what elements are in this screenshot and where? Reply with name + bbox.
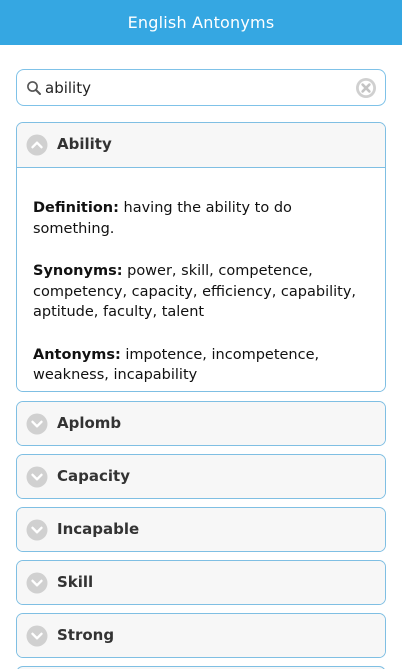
definition-label: Definition:	[33, 200, 119, 216]
chevron-down-icon	[26, 466, 48, 488]
definition-text: Definition: having the ability to do som…	[33, 198, 369, 239]
accordion-item-incapable[interactable]: Incapable	[16, 507, 386, 552]
app-header: English Antonyms	[0, 0, 402, 45]
accordion-header[interactable]: Incapable	[17, 508, 385, 551]
accordion-item-aplomb[interactable]: Aplomb	[16, 401, 386, 446]
synonyms-text: Synonyms: power, skill, competence, comp…	[33, 261, 369, 323]
accordion-label: Incapable	[57, 520, 140, 538]
accordion-item-skill[interactable]: Skill	[16, 560, 386, 605]
accordion-header[interactable]: Aplomb	[17, 402, 385, 445]
search-box[interactable]	[16, 69, 386, 106]
synonyms-label: Synonyms:	[33, 263, 123, 279]
accordion-label: Ability	[57, 135, 112, 153]
chevron-down-icon	[26, 572, 48, 594]
accordion-item-ability[interactable]: Ability Definition: having the ability t…	[16, 122, 386, 392]
app-root: English Antonyms Ability Definition: hav…	[0, 0, 402, 669]
chevron-down-icon	[26, 625, 48, 647]
antonyms-text: Antonyms: impotence, incompetence, weakn…	[33, 345, 369, 386]
accordion-header[interactable]: Skill	[17, 561, 385, 604]
chevron-down-icon	[26, 413, 48, 435]
word-details: Definition: having the ability to do som…	[17, 167, 385, 391]
accordion-header[interactable]: Strong	[17, 614, 385, 657]
accordion-item-strong[interactable]: Strong	[16, 613, 386, 658]
search-input[interactable]	[45, 75, 345, 101]
accordion-item-capacity[interactable]: Capacity	[16, 454, 386, 499]
accordion-header[interactable]: Ability	[17, 123, 385, 167]
chevron-up-icon	[26, 134, 48, 156]
accordion-label: Capacity	[57, 467, 130, 485]
clear-icon[interactable]	[355, 77, 377, 99]
search-icon	[27, 81, 41, 95]
accordion-label: Aplomb	[57, 414, 122, 432]
accordion-label: Strong	[57, 626, 115, 644]
chevron-down-icon	[26, 519, 48, 541]
accordion-header[interactable]: Capacity	[17, 455, 385, 498]
antonyms-label: Antonyms:	[33, 346, 121, 363]
accordion-label: Skill	[57, 573, 94, 591]
page-title: English Antonyms	[127, 13, 275, 32]
